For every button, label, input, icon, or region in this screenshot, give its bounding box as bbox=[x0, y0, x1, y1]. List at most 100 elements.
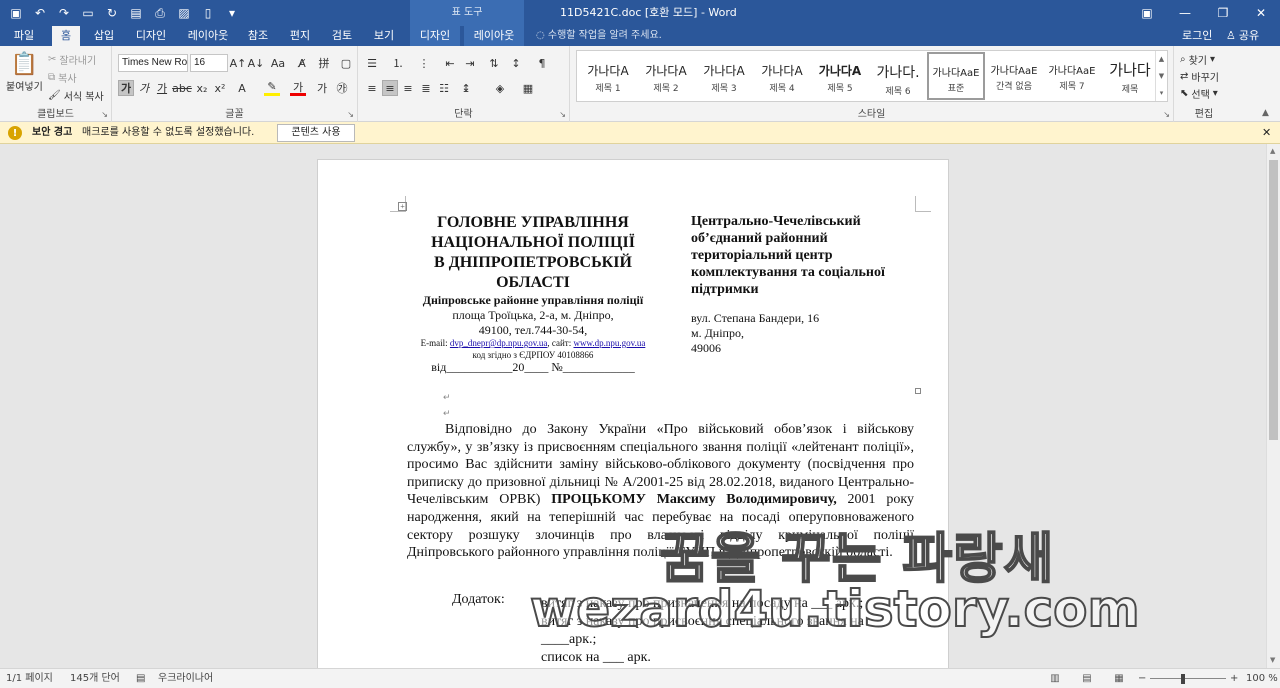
tab-home[interactable]: 홈 bbox=[52, 26, 80, 46]
shading-icon[interactable]: ◈ bbox=[492, 80, 508, 96]
font-launcher-icon[interactable]: ↘ bbox=[347, 110, 354, 119]
style-heading-5[interactable]: 가나다A 제목 5 bbox=[811, 52, 869, 100]
increase-indent-icon[interactable]: ⇥ bbox=[462, 55, 478, 71]
zoom-slider[interactable] bbox=[1150, 678, 1226, 679]
styles-launcher-icon[interactable]: ↘ bbox=[1163, 110, 1170, 119]
word-count[interactable]: 145개 단어 bbox=[70, 669, 120, 688]
tab-layout[interactable]: 레이아웃 bbox=[182, 26, 234, 46]
zoom-out-icon[interactable]: − bbox=[1138, 669, 1146, 688]
italic-icon[interactable]: 가 bbox=[136, 80, 152, 96]
tab-table-design[interactable]: 디자인 bbox=[410, 26, 460, 46]
format-painter-button[interactable]: 🖌 서식 복사 bbox=[48, 88, 104, 103]
style-heading-4[interactable]: 가나다A 제목 4 bbox=[753, 52, 811, 100]
shrink-font-icon[interactable]: A↓ bbox=[248, 55, 265, 71]
zoom-level[interactable]: 100 % bbox=[1246, 669, 1278, 688]
underline-icon[interactable]: 가 bbox=[154, 80, 170, 96]
login-link[interactable]: 로그인 bbox=[1182, 26, 1212, 46]
tab-view[interactable]: 보기 bbox=[368, 26, 400, 46]
tab-references[interactable]: 참조 bbox=[242, 26, 274, 46]
restore-icon[interactable]: ❐ bbox=[1204, 0, 1242, 26]
align-left-icon[interactable]: ≡ bbox=[364, 80, 380, 96]
subscript-icon[interactable]: x₂ bbox=[194, 80, 210, 96]
tab-file[interactable]: 파일 bbox=[10, 26, 38, 46]
font-name-box[interactable]: Times New Ro bbox=[118, 54, 188, 72]
copy-button[interactable]: ⧉ 복사 bbox=[48, 70, 77, 85]
language-indicator[interactable]: 우크라이나어 bbox=[158, 669, 213, 688]
print-layout-icon[interactable]: ▤ bbox=[1080, 672, 1094, 684]
gallery-more-icon[interactable]: ▾ bbox=[1160, 89, 1164, 97]
open-folder-icon[interactable]: ▤ bbox=[126, 3, 146, 23]
new-document-icon[interactable]: ▯ bbox=[198, 3, 218, 23]
style-heading-7[interactable]: 가나다AaE 제목 7 bbox=[1043, 52, 1101, 100]
char-shading-icon[interactable]: 가 bbox=[314, 80, 330, 96]
table-move-handle-icon[interactable]: + bbox=[398, 202, 407, 211]
multilevel-list-icon[interactable]: ⋮ bbox=[416, 55, 432, 71]
vertical-scrollbar[interactable]: ▲ ▼ bbox=[1266, 144, 1280, 668]
scroll-up-icon[interactable]: ▲ bbox=[1270, 147, 1275, 155]
paste-button[interactable]: 📋 붙여넣기 bbox=[6, 52, 43, 93]
gallery-scroll[interactable]: ▲ ▼ ▾ bbox=[1155, 51, 1167, 101]
clear-format-icon[interactable]: A̸ bbox=[294, 55, 310, 71]
web-layout-icon[interactable]: ▦ bbox=[1112, 672, 1126, 684]
change-case-icon[interactable]: Aa bbox=[270, 55, 286, 71]
site-link[interactable]: www.dp.npu.gov.ua bbox=[573, 338, 645, 348]
minimize-icon[interactable]: — bbox=[1166, 0, 1204, 26]
text-direction-icon[interactable]: ⇅ bbox=[486, 55, 502, 71]
bullets-icon[interactable]: ☰ bbox=[364, 55, 380, 71]
gallery-down-icon[interactable]: ▼ bbox=[1159, 72, 1164, 80]
justify-icon[interactable]: ≣ bbox=[418, 80, 434, 96]
align-right-icon[interactable]: ≡ bbox=[400, 80, 416, 96]
enclose-char-icon[interactable]: ㉮ bbox=[334, 80, 350, 96]
proofing-icon[interactable]: ▤ bbox=[136, 669, 145, 688]
grow-font-icon[interactable]: A↑ bbox=[230, 55, 247, 71]
line-spacing-icon[interactable]: ↨ bbox=[458, 80, 474, 96]
cut-button[interactable]: ✂ 잘라내기 bbox=[48, 52, 96, 67]
redo-icon[interactable]: ↷ bbox=[54, 3, 74, 23]
scroll-down-icon[interactable]: ▼ bbox=[1270, 656, 1275, 664]
show-marks-icon[interactable]: ¶ bbox=[534, 55, 550, 71]
page-count[interactable]: 1/1 페이지 bbox=[6, 669, 53, 688]
distributed-icon[interactable]: ☷ bbox=[436, 80, 452, 96]
table-resize-handle[interactable] bbox=[915, 388, 921, 394]
email-link[interactable]: dvp_dnepr@dp.npu.gov.ua bbox=[450, 338, 547, 348]
style-normal[interactable]: 가나다AaE 표준 bbox=[927, 52, 985, 100]
find-button[interactable]: ⌕ 찾기 ▾ bbox=[1180, 52, 1215, 67]
style-heading-2[interactable]: 가나다A 제목 2 bbox=[637, 52, 695, 100]
replace-button[interactable]: ⇄ 바꾸기 bbox=[1180, 69, 1219, 84]
refresh-icon[interactable]: ↻ bbox=[102, 3, 122, 23]
tab-review[interactable]: 검토 bbox=[326, 26, 358, 46]
align-center-icon[interactable]: ≡ bbox=[382, 80, 398, 96]
zoom-slider-knob[interactable] bbox=[1181, 674, 1185, 684]
sort-icon[interactable]: ↕ bbox=[508, 55, 524, 71]
print-preview-icon[interactable]: ⎙ bbox=[150, 3, 170, 23]
decrease-indent-icon[interactable]: ⇤ bbox=[442, 55, 458, 71]
enable-content-button[interactable]: 콘텐츠 사용 bbox=[277, 124, 355, 142]
document-area[interactable]: + ГОЛОВНЕ УПРАВЛІННЯ НАЦІОНАЛЬНОЇ ПОЛІЦІ… bbox=[0, 144, 1266, 668]
style-heading-1[interactable]: 가나다A 제목 1 bbox=[579, 52, 637, 100]
collapse-ribbon-icon[interactable]: ▲ bbox=[1262, 108, 1269, 118]
numbering-icon[interactable]: ⒈ bbox=[390, 55, 406, 71]
close-icon[interactable]: ✕ bbox=[1262, 126, 1271, 139]
ribbon-display-icon[interactable]: ▣ bbox=[1128, 0, 1166, 26]
text-effects-icon[interactable]: A bbox=[234, 80, 250, 96]
font-size-box[interactable]: 16 bbox=[190, 54, 228, 72]
tab-insert[interactable]: 삽입 bbox=[88, 26, 120, 46]
paragraph-launcher-icon[interactable]: ↘ bbox=[559, 110, 566, 119]
share-button[interactable]: ♙ 공유 bbox=[1226, 26, 1259, 46]
select-button[interactable]: ⬉ 선택 ▾ bbox=[1180, 86, 1218, 101]
style-heading-3[interactable]: 가나다A 제목 3 bbox=[695, 52, 753, 100]
customize-qat-icon[interactable]: ▾ bbox=[222, 3, 242, 23]
highlight-icon[interactable]: ✎ bbox=[264, 80, 280, 96]
tell-me-box[interactable]: ◌ 수행할 작업을 알려 주세요. bbox=[536, 26, 662, 46]
gallery-up-icon[interactable]: ▲ bbox=[1159, 55, 1164, 63]
tab-mailings[interactable]: 편지 bbox=[284, 26, 316, 46]
phonetic-guide-icon[interactable]: 拼 bbox=[316, 55, 332, 71]
char-border-icon[interactable]: ▢ bbox=[338, 55, 354, 71]
style-heading-6[interactable]: 가나다. 제목 6 bbox=[869, 52, 927, 100]
read-mode-icon[interactable]: ▥ bbox=[1048, 672, 1062, 684]
bold-icon[interactable]: 가 bbox=[118, 80, 134, 96]
tab-design[interactable]: 디자인 bbox=[130, 26, 172, 46]
superscript-icon[interactable]: x² bbox=[212, 80, 228, 96]
borders-icon[interactable]: ▦ bbox=[520, 80, 536, 96]
strikethrough-icon[interactable]: abc bbox=[172, 80, 192, 96]
